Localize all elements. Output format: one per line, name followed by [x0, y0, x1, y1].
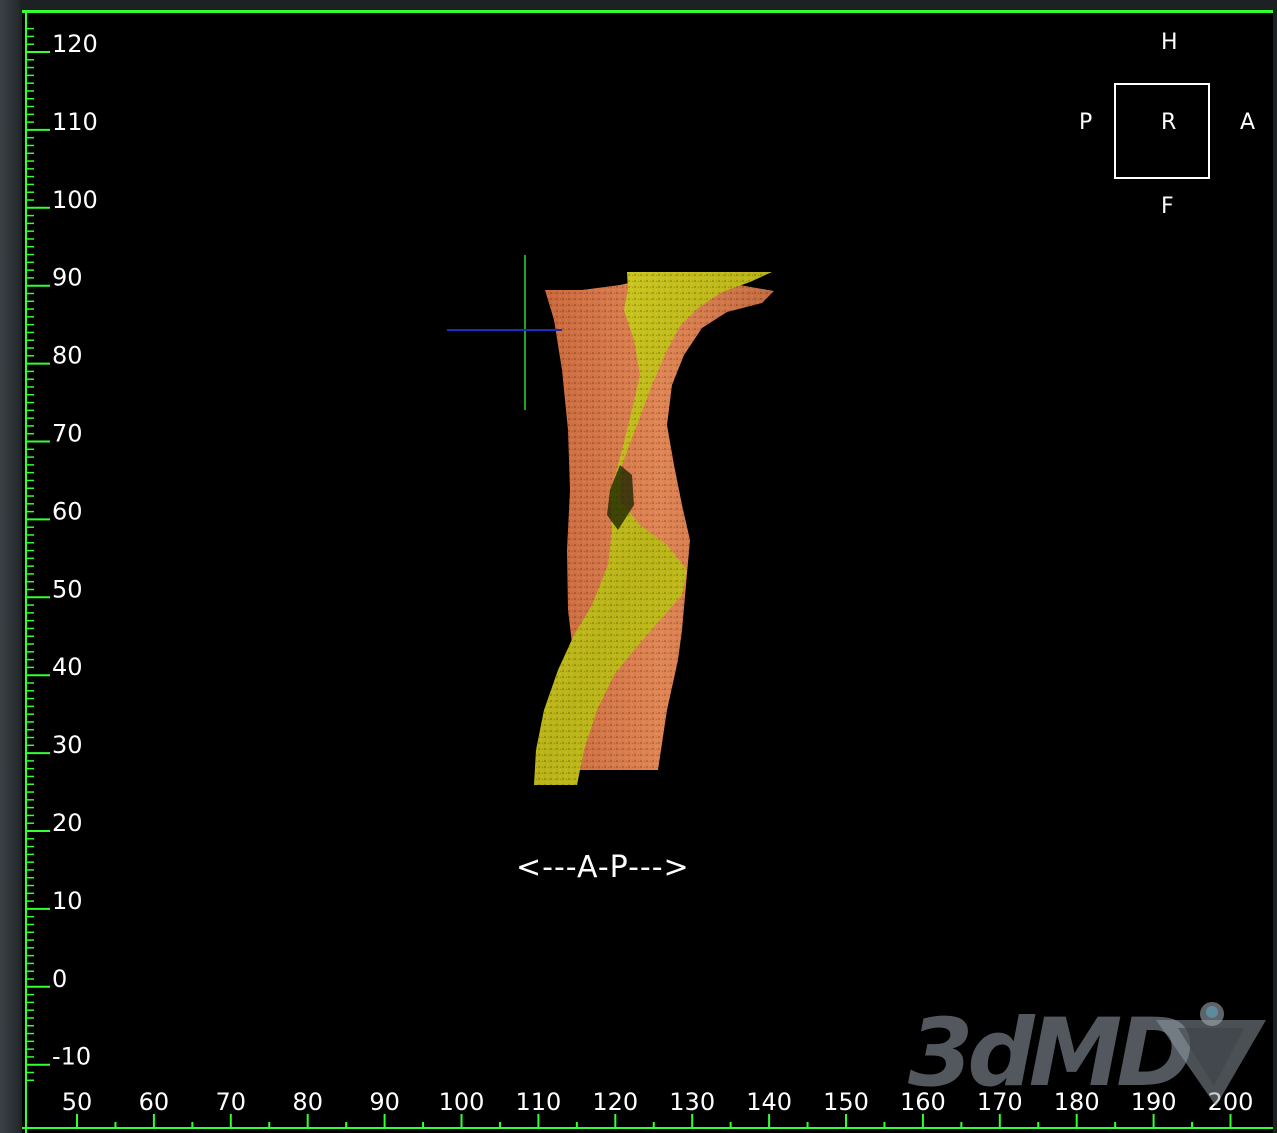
y-tick-label: 100 [52, 186, 98, 214]
y-tick-label: 120 [52, 30, 98, 58]
y-tick-label: 10 [52, 887, 83, 915]
x-tick-label: 70 [216, 1088, 247, 1116]
y-tick-label: 70 [52, 420, 83, 448]
orientation-right-label: A [1240, 110, 1256, 135]
x-tick-label: 130 [669, 1088, 715, 1116]
3dmd-v-logo-icon [1156, 1002, 1266, 1106]
y-tick-label: 60 [52, 497, 83, 525]
x-tick-label: 150 [823, 1088, 869, 1116]
orientation-left-label: P [1079, 110, 1093, 135]
orientation-center-label: R [1161, 110, 1177, 135]
x-tick-label: 90 [369, 1088, 400, 1116]
x-tick-label: 100 [439, 1088, 485, 1116]
y-tick-label: -10 [52, 1043, 91, 1071]
x-tick-label: 110 [515, 1088, 561, 1116]
3d-viewport[interactable]: 120 110 100 90 80 70 60 50 40 30 20 10 0 -10 50 60 70 80… [22, 10, 1273, 1133]
y-tick-label: 90 [52, 264, 83, 292]
y-tick-label: 40 [52, 653, 83, 681]
y-tick-label: 50 [52, 575, 83, 603]
y-tick-label: 110 [52, 108, 98, 136]
x-tick-label: 60 [139, 1088, 170, 1116]
y-tick-label: 0 [52, 965, 67, 993]
x-tick-label: 50 [62, 1088, 93, 1116]
orientation-top-label: H [1161, 30, 1178, 55]
plot-canvas: 1201101009080706050403020100-10 50 60 70 80… [22, 10, 1273, 1133]
application-frame: 120 110 100 90 80 70 60 50 40 30 20 10 0 -10 50 60 70 80… [0, 0, 1277, 1133]
x-tick-label: 140 [746, 1088, 792, 1116]
y-tick-label: 20 [52, 809, 83, 837]
3dmd-logo: 3dMD [908, 998, 1268, 1110]
x-tick-label: 120 [592, 1088, 638, 1116]
logo-text: 3dMD [908, 999, 1194, 1108]
orientation-bottom-label: F [1161, 194, 1174, 219]
x-tick-label: 80 [292, 1088, 323, 1116]
y-tick-label: 80 [52, 342, 83, 370]
view-axis-label: <---A-P---> [516, 850, 690, 885]
y-axis: 1201101009080706050403020100-10 [25, 10, 98, 1133]
y-tick-label: 30 [52, 731, 83, 759]
